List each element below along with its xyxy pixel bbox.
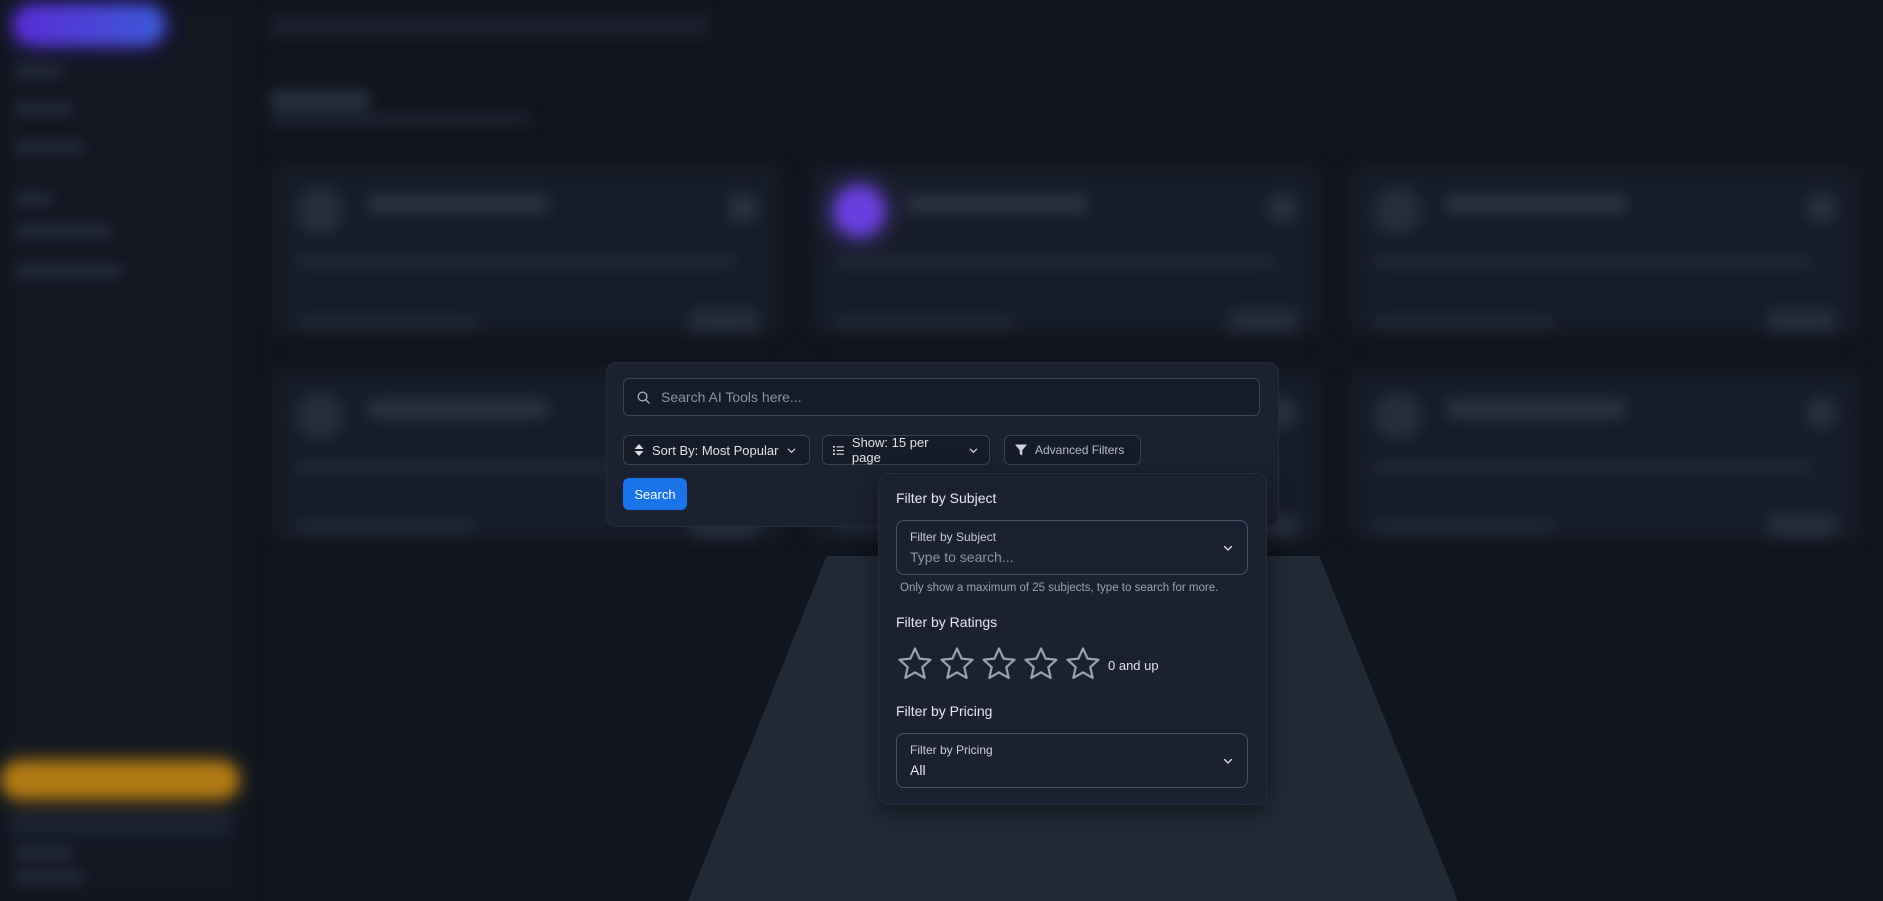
tool-card	[1350, 165, 1860, 335]
star-outline-icon[interactable]	[896, 645, 934, 683]
subject-combobox[interactable]: Filter by Subject Type to search...	[896, 520, 1248, 575]
page-size-dropdown[interactable]: Show: 15 per page	[822, 435, 990, 465]
chevron-down-icon	[1223, 758, 1233, 764]
logo	[14, 6, 164, 44]
chevron-down-icon	[969, 448, 978, 453]
tool-name	[368, 195, 548, 213]
subject-field-label: Filter by Subject	[910, 530, 997, 544]
tool-name	[368, 400, 548, 418]
tool-meta	[296, 522, 476, 532]
search-field[interactable]	[623, 378, 1260, 416]
rating-value-label: 0 and up	[1108, 658, 1159, 673]
sidebar-footer-item	[10, 812, 232, 836]
top-bar	[270, 14, 710, 38]
advanced-filters-button[interactable]: Advanced Filters	[1004, 435, 1141, 465]
tool-avatar	[1374, 392, 1422, 440]
favorite-icon	[728, 193, 758, 223]
tool-name	[1446, 195, 1626, 213]
tool-avatar	[1374, 187, 1422, 235]
sidebar-item	[14, 848, 74, 858]
rating-stars	[896, 645, 1102, 683]
tool-description	[296, 257, 736, 267]
search-icon	[637, 391, 650, 404]
subject-hint: Only show a maximum of 25 subjects, type…	[900, 582, 1219, 594]
subject-section-title: Filter by Subject	[896, 490, 997, 506]
advanced-filters-popover: Filter by Subject Filter by Subject Type…	[878, 473, 1267, 805]
pricing-select[interactable]: Filter by Pricing All	[896, 733, 1248, 788]
favorite-icon	[1267, 193, 1297, 223]
sidebar-item	[14, 266, 124, 276]
sidebar-item	[14, 104, 74, 114]
subject-search-placeholder: Type to search...	[910, 549, 1014, 565]
tool-description	[1374, 462, 1814, 472]
tool-card	[1350, 370, 1860, 540]
tool-button	[1768, 309, 1836, 333]
chevron-down-icon	[788, 448, 796, 453]
ratings-section-title: Filter by Ratings	[896, 614, 998, 630]
favorite-icon	[1806, 398, 1836, 428]
tool-name	[1446, 400, 1626, 418]
pricing-field-label: Filter by Pricing	[910, 743, 993, 757]
sidebar	[0, 0, 248, 901]
tool-meta	[835, 317, 1015, 327]
tool-description	[835, 257, 1275, 267]
sort-dropdown[interactable]: Sort By: Most Popular	[623, 435, 810, 465]
chevron-down-icon	[1223, 545, 1233, 551]
page-subtitle	[270, 114, 530, 124]
star-outline-icon[interactable]	[980, 645, 1018, 683]
pricing-selected-value: All	[910, 762, 926, 778]
tool-button	[1229, 309, 1297, 333]
tool-avatar	[296, 392, 344, 440]
pricing-section-title: Filter by Pricing	[896, 703, 993, 719]
list-icon	[833, 445, 844, 455]
tool-card	[272, 165, 782, 335]
tool-avatar	[296, 187, 344, 235]
star-outline-icon[interactable]	[1064, 645, 1102, 683]
tool-description	[1374, 257, 1814, 267]
tool-card	[811, 165, 1321, 335]
sidebar-item	[14, 66, 64, 76]
search-button[interactable]: Search	[623, 478, 687, 510]
tool-avatar	[835, 187, 883, 235]
page-title	[270, 90, 370, 110]
tool-meta	[1374, 317, 1554, 327]
favorite-icon	[1806, 193, 1836, 223]
filter-funnel-icon	[1015, 444, 1027, 456]
sidebar-item	[14, 872, 84, 882]
tool-name	[907, 195, 1087, 213]
star-outline-icon[interactable]	[938, 645, 976, 683]
tool-button	[1768, 514, 1836, 538]
tool-button	[690, 309, 758, 333]
sidebar-item	[14, 142, 84, 152]
search-input[interactable]	[659, 388, 1243, 406]
advanced-filters-label: Advanced Filters	[1035, 443, 1125, 457]
tool-meta	[296, 317, 476, 327]
tool-meta	[1374, 522, 1554, 532]
page-size-label: Show: 15 per page	[851, 435, 929, 465]
sidebar-item	[14, 194, 54, 204]
sort-arrows-icon	[634, 444, 644, 456]
sort-label: Sort By: Most Popular	[652, 442, 779, 458]
star-outline-icon[interactable]	[1022, 645, 1060, 683]
sidebar-cta-button	[2, 762, 238, 798]
sidebar-item	[14, 226, 114, 236]
